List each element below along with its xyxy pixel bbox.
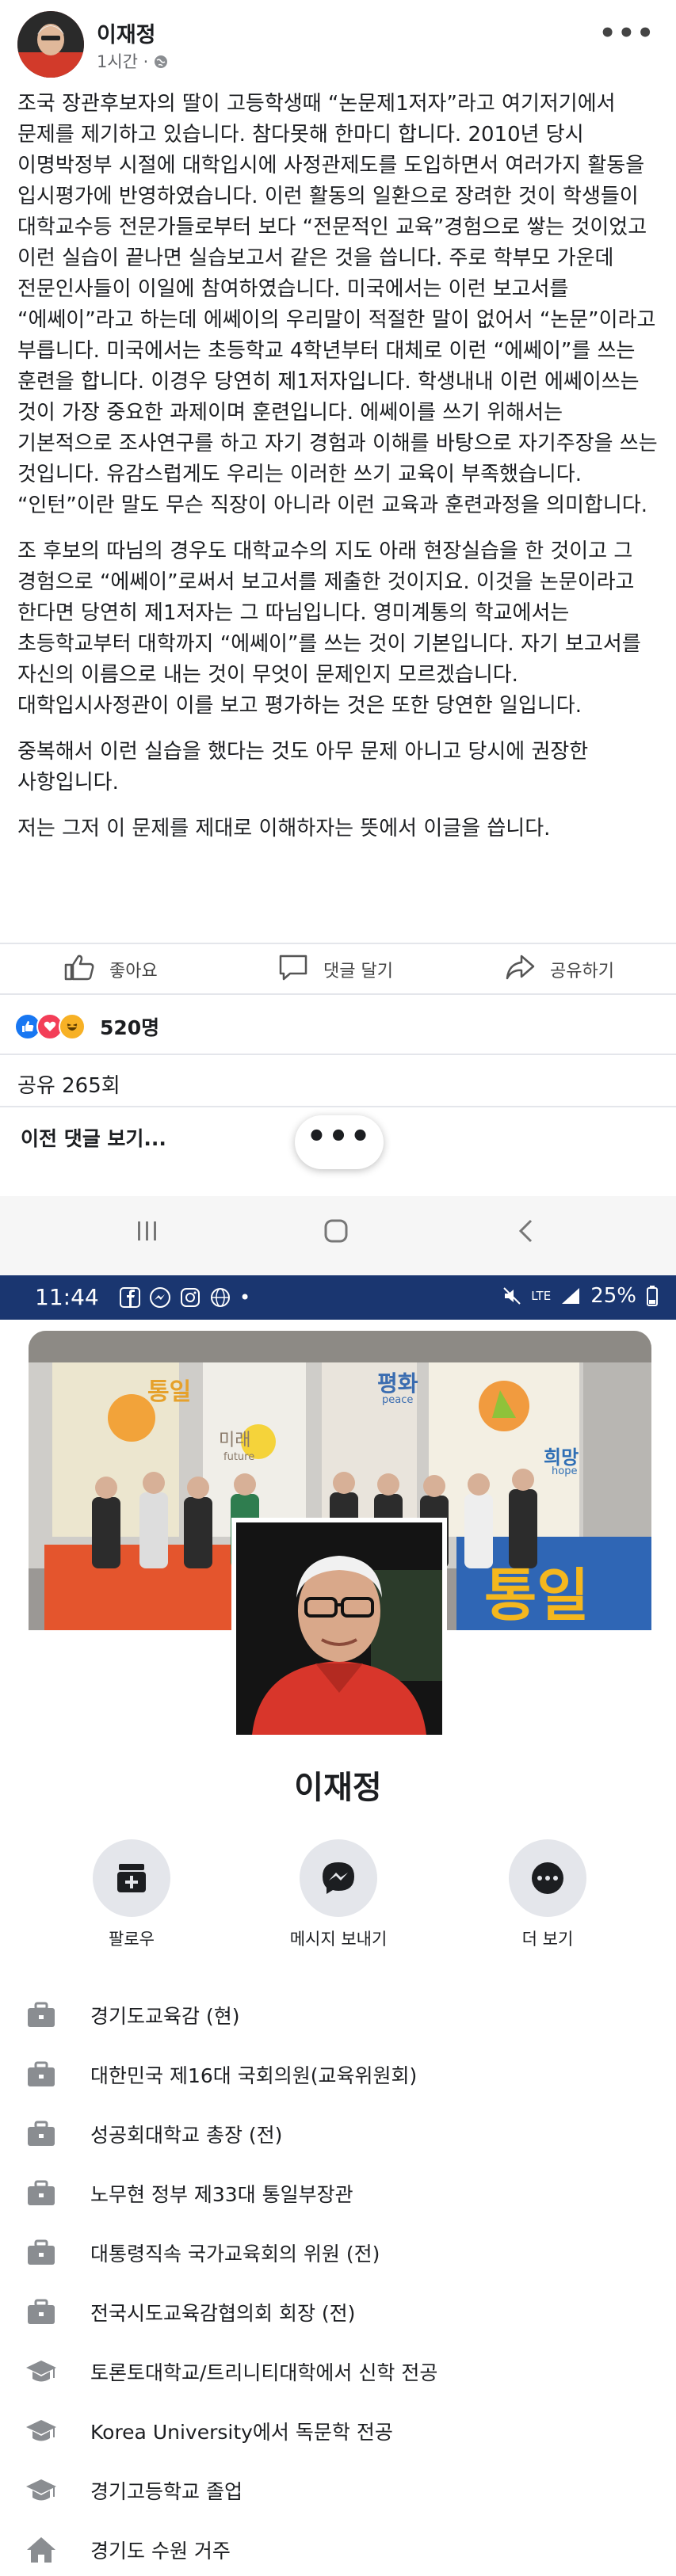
- profile-picture[interactable]: [231, 1518, 447, 1740]
- cover-banner-text: future: [223, 1451, 255, 1463]
- cover-banner-text: 통일: [484, 1562, 590, 1629]
- more-icon: [509, 1839, 586, 1917]
- info-text: 전국시도교육감협의회 회장 (전): [90, 2301, 356, 2325]
- more-button[interactable]: 더 보기: [472, 1839, 623, 1950]
- home-button-icon[interactable]: [322, 1217, 350, 1248]
- share-count[interactable]: 공유 265회: [17, 1069, 120, 1099]
- briefcase-icon: [24, 1998, 59, 2033]
- info-text: 성공회대학교 총장 (전): [90, 2123, 283, 2147]
- post-paragraph: 저는 그저 이 문제를 제대로 이해하자는 뜻에서 이글을 씁니다.: [17, 817, 551, 840]
- info-text: 경기도교육감 (현): [90, 2004, 240, 2028]
- recent-apps-icon[interactable]: [133, 1217, 162, 1248]
- briefcase-icon: [24, 2295, 59, 2330]
- facebook-notification-icon: [120, 1287, 140, 1308]
- info-item-education: Korea University에서 독문학 전공: [24, 2401, 658, 2460]
- share-icon: [504, 953, 550, 986]
- battery-percent: 25%: [590, 1284, 636, 1308]
- info-text: 경기도 수원 거주: [90, 2539, 231, 2563]
- status-time: 11:44: [35, 1284, 99, 1310]
- globe-notification-icon: [211, 1288, 230, 1307]
- post-paragraph: 중복해서 이런 실습을 했다는 것도 아무 문제 아니고 당시에 권장한 사항입…: [17, 740, 589, 795]
- post-paragraph: 조 후보의 따님의 경우도 대학교수의 지도 아래 현장실습을 한 것이고 그 …: [17, 539, 641, 718]
- info-item-work: 노무현 정부 제33대 통일부장관: [24, 2163, 658, 2223]
- comment-label: 댓글 달기: [323, 962, 393, 981]
- author-avatar[interactable]: [17, 11, 84, 78]
- info-item-education: 경기고등학교 졸업: [24, 2460, 658, 2520]
- cover-banner-text: 통일: [147, 1378, 192, 1406]
- more-notifications-dot: •: [239, 1286, 251, 1309]
- cover-banner-text: peace: [382, 1394, 414, 1406]
- info-text: 경기고등학교 졸업: [90, 2479, 243, 2503]
- info-text: Korea University에서 독문학 전공: [90, 2420, 393, 2444]
- info-item-work: 대한민국 제16대 국회의원(교육위원회): [24, 2044, 658, 2104]
- signal-icon: [562, 1288, 580, 1304]
- share-label: 공유하기: [550, 962, 614, 981]
- divider: [0, 1106, 676, 1107]
- network-type: LTE: [531, 1288, 552, 1303]
- like-button[interactable]: 좋아요: [63, 944, 158, 995]
- notification-icons: •: [119, 1286, 250, 1309]
- info-text: 대통령직속 국가교육회의 위원 (전): [90, 2242, 380, 2265]
- post-timestamp: 1시간 ·: [97, 49, 168, 73]
- briefcase-icon: [24, 2117, 59, 2151]
- messenger-notification-icon: [150, 1287, 170, 1308]
- like-label: 좋아요: [109, 962, 158, 981]
- more-options-button[interactable]: •••: [295, 1115, 384, 1169]
- post-time-text: 1시간 ·: [97, 52, 155, 71]
- battery-icon: [647, 1286, 658, 1306]
- follow-label: 팔로우: [109, 1930, 155, 1949]
- share-button[interactable]: 공유하기: [504, 944, 614, 995]
- android-nav-bar: [0, 1196, 676, 1275]
- more-label: 더 보기: [521, 1930, 574, 1949]
- info-text: 노무현 정부 제33대 통일부장관: [90, 2182, 353, 2206]
- home-icon: [24, 2532, 59, 2567]
- messenger-icon: [300, 1839, 377, 1917]
- post-action-bar: 좋아요 댓글 달기 공유하기: [0, 943, 676, 995]
- profile-intro-list: 경기도교육감 (현) 대한민국 제16대 국회의원(교육위원회) 성공회대학교 …: [24, 1985, 658, 2576]
- briefcase-icon: [24, 2235, 59, 2270]
- info-item-work: 전국시도교육감협의회 회장 (전): [24, 2282, 658, 2342]
- info-item-work: 경기도교육감 (현): [24, 1985, 658, 2044]
- cover-banner-text: hope: [552, 1465, 578, 1477]
- post-paragraph: 조국 장관후보자의 딸이 고등학생때 “논문제1저자”라고 여기저기에서 문제를…: [17, 92, 658, 517]
- comment-icon: [277, 953, 323, 986]
- status-right: LTE 25%: [502, 1284, 659, 1308]
- graduation-cap-icon: [24, 2414, 59, 2448]
- post-more-options-icon[interactable]: •••: [599, 17, 655, 49]
- globe-icon: [154, 52, 168, 71]
- divider: [0, 1054, 676, 1055]
- comment-button[interactable]: 댓글 달기: [277, 944, 393, 995]
- info-text: 대한민국 제16대 국회의원(교육위원회): [90, 2063, 418, 2087]
- view-previous-comments-link[interactable]: 이전 댓글 보기...: [21, 1123, 166, 1152]
- info-text: 토론토대학교/트리니티대학에서 신학 전공: [90, 2361, 438, 2384]
- info-item-residence: 경기도 수원 거주: [24, 2520, 658, 2576]
- graduation-cap-icon: [24, 2354, 59, 2389]
- info-item-work: 성공회대학교 총장 (전): [24, 2104, 658, 2163]
- instagram-notification-icon: [181, 1288, 200, 1307]
- haha-reaction-icon: [59, 1013, 86, 1040]
- briefcase-icon: [24, 2176, 59, 2211]
- graduation-cap-icon: [24, 2473, 59, 2508]
- briefcase-icon: [24, 2057, 59, 2092]
- mute-icon: [503, 1287, 521, 1305]
- info-item-education: 토론토대학교/트리니티대학에서 신학 전공: [24, 2342, 658, 2401]
- status-bar: 11:44 • LTE 25%: [0, 1275, 676, 1320]
- cover-banner-text: 미래: [219, 1431, 251, 1450]
- follow-button[interactable]: 팔로우: [56, 1839, 207, 1950]
- back-arrow-icon[interactable]: [512, 1217, 540, 1248]
- profile-action-buttons: 팔로우 메시지 보내기 더 보기: [0, 1839, 676, 1950]
- info-item-work: 대통령직속 국가교육회의 위원 (전): [24, 2223, 658, 2282]
- thumbs-up-icon: [63, 953, 109, 986]
- message-label: 메시지 보내기: [289, 1930, 388, 1949]
- reaction-count: 520명: [100, 1016, 160, 1039]
- post-header: 이재정 1시간 · •••: [0, 0, 676, 87]
- follow-icon: [93, 1839, 170, 1917]
- profile-name: 이재정: [294, 1770, 382, 1806]
- reaction-summary[interactable]: 520명: [14, 1004, 159, 1049]
- post-author-name[interactable]: 이재정: [97, 17, 156, 48]
- message-button[interactable]: 메시지 보내기: [263, 1839, 414, 1950]
- cover-banner-text: 평화: [377, 1370, 418, 1397]
- post-body: 조국 장관후보자의 딸이 고등학생때 “논문제1저자”라고 여기저기에서 문제를…: [17, 89, 661, 859]
